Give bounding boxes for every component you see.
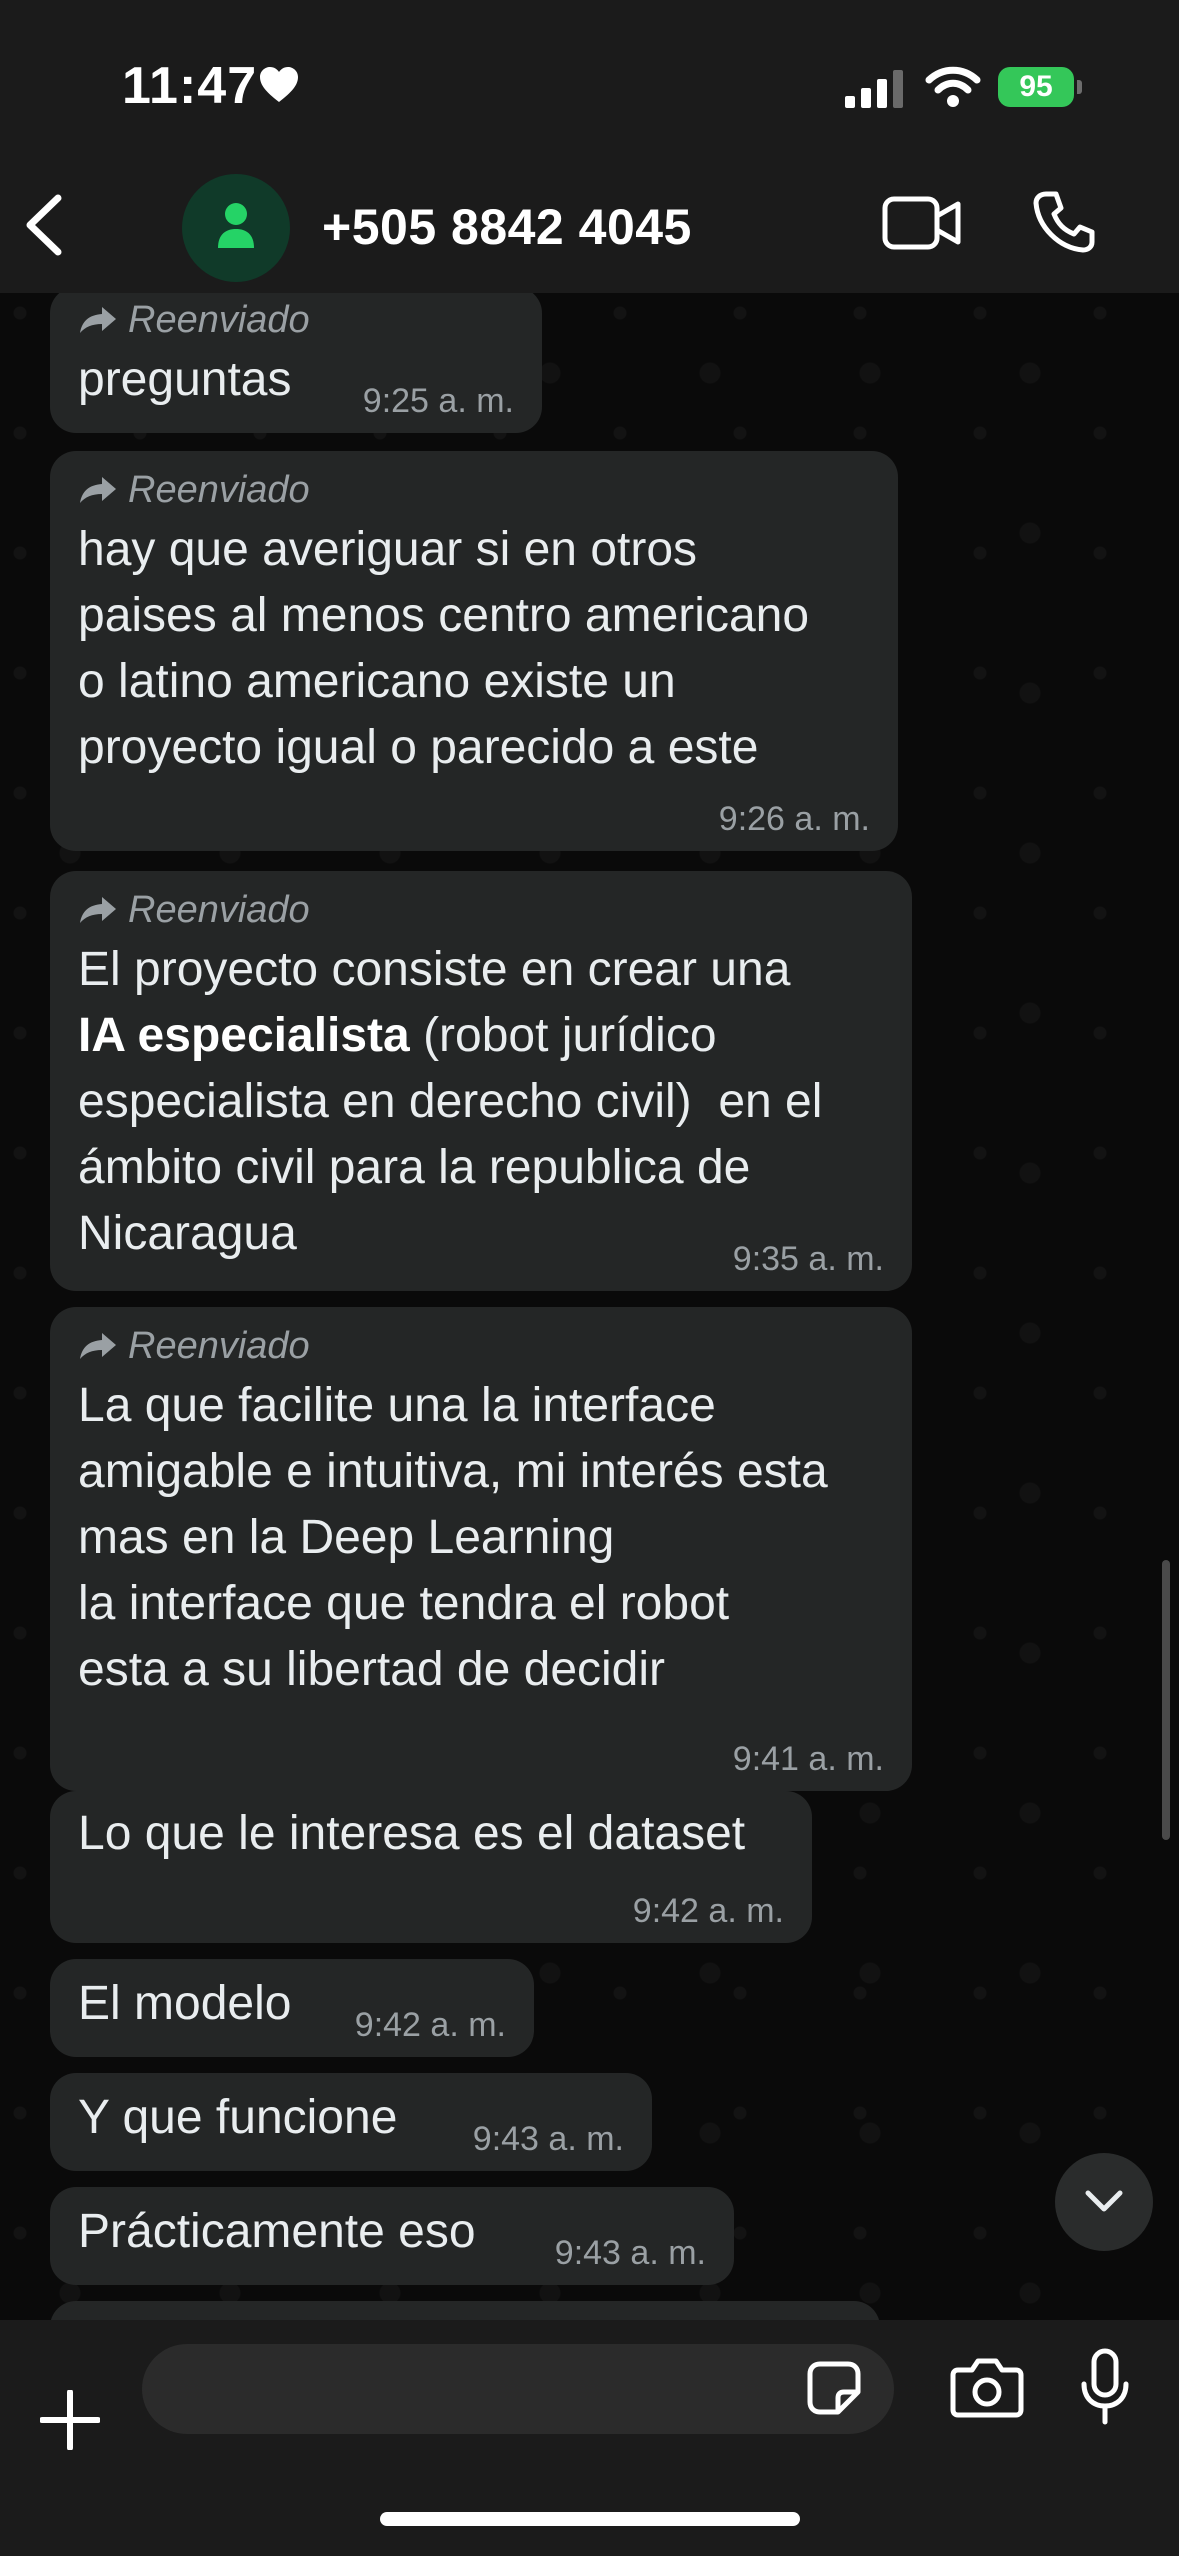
message-text: El proyecto consiste en crear una IA esp… — [78, 937, 884, 1267]
message-time: 9:35 a. m. — [732, 1240, 884, 1278]
message-time: 9:25 a. m. — [362, 382, 514, 420]
message-bubble[interactable]: El modelo 9:42 a. m. — [50, 1959, 534, 2057]
top-bar: 11:47 95 +505 8842 4045 — [0, 0, 1179, 293]
sticker-icon[interactable] — [806, 2360, 862, 2416]
forward-arrow-icon — [80, 307, 116, 333]
message-text: La que facilite una la interface amigabl… — [78, 1379, 828, 1696]
back-icon[interactable] — [20, 192, 68, 258]
scroll-indicator[interactable] — [1162, 1560, 1170, 1840]
forward-arrow-icon — [80, 477, 116, 503]
message-time: 9:42 a. m. — [632, 1892, 784, 1930]
message-time: 9:26 a. m. — [718, 800, 870, 838]
home-indicator[interactable] — [380, 2512, 800, 2526]
message-time: 9:41 a. m. — [732, 1740, 884, 1778]
forwarded-label: Reenviado — [78, 463, 870, 517]
signal-icon — [845, 70, 903, 108]
microphone-icon[interactable] — [1080, 2348, 1130, 2428]
message-time: 9:42 a. m. — [354, 2006, 506, 2044]
wifi-icon — [925, 66, 981, 107]
message-time: 9:43 a. m. — [554, 2234, 706, 2272]
message-bubble[interactable]: Reenviado hay que averiguar si en otros … — [50, 451, 898, 851]
contact-name[interactable]: +505 8842 4045 — [322, 198, 692, 256]
message-text: Lo que le interesa es el dataset — [78, 1807, 746, 1860]
message-time: 9:43 a. m. — [472, 2120, 624, 2158]
forward-arrow-icon — [80, 897, 116, 923]
forward-arrow-icon — [80, 1333, 116, 1359]
battery-tip — [1077, 80, 1082, 94]
contact-avatar[interactable] — [182, 174, 290, 282]
heart-icon — [260, 67, 298, 102]
video-call-icon[interactable] — [882, 194, 962, 252]
message-text: hay que averiguar si en otros paises al … — [78, 523, 810, 774]
camera-icon[interactable] — [950, 2356, 1024, 2418]
message-text-bold: IA especialista — [78, 1009, 410, 1062]
message-bubble[interactable] — [50, 2301, 880, 2320]
message-bubble[interactable]: Y que funcione 9:43 a. m. — [50, 2073, 652, 2171]
forwarded-label: Reenviado — [78, 1319, 884, 1373]
message-bubble[interactable]: Reenviado El proyecto consiste en crear … — [50, 871, 912, 1291]
message-bubble[interactable]: Reenviado preguntas 9:25 a. m. — [50, 293, 542, 433]
chevron-down-icon — [1085, 2190, 1123, 2212]
message-input[interactable] — [142, 2344, 894, 2434]
contact-avatar-icon — [218, 203, 254, 248]
status-time: 11:47 — [122, 57, 258, 115]
message-text-part: El proyecto consiste en crear una — [78, 943, 791, 996]
forwarded-label: Reenviado — [78, 883, 884, 937]
message-bubble[interactable]: Prácticamente eso 9:43 a. m. — [50, 2187, 734, 2285]
scroll-down-button[interactable] — [1055, 2153, 1153, 2251]
message-list[interactable]: Reenviado preguntas 9:25 a. m. Reenviado… — [0, 293, 1179, 2320]
forwarded-label: Reenviado — [78, 293, 514, 347]
battery-icon: 95 — [998, 67, 1074, 107]
chat-screen: 11:47 95 +505 8842 4045 Reenviado pregun… — [0, 0, 1179, 2556]
plus-icon[interactable] — [40, 2390, 100, 2450]
message-bubble[interactable]: Reenviado La que facilite una la interfa… — [50, 1307, 912, 1791]
voice-call-icon[interactable] — [1032, 190, 1096, 254]
message-bubble[interactable]: Lo que le interesa es el dataset 9:42 a.… — [50, 1791, 812, 1943]
